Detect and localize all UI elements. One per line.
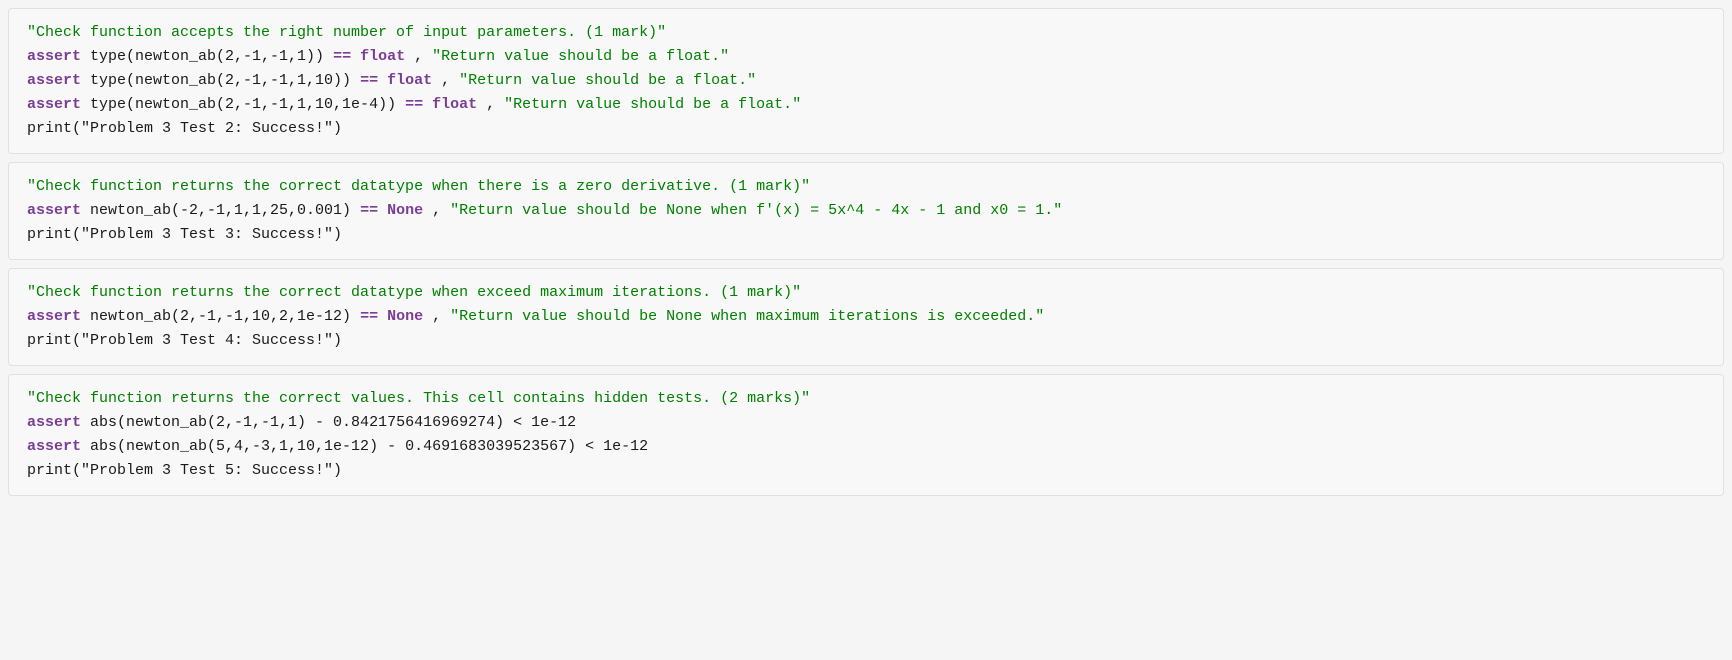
code-token: "Return value should be None when maximu… [450, 308, 1044, 325]
code-token [423, 96, 432, 113]
code-token: None [387, 308, 423, 325]
code-line-3-3: print("Problem 3 Test 4: Success!") [27, 329, 1705, 353]
code-token: == [360, 72, 378, 89]
code-line-4-2: assert abs(newton_ab(2,-1,-1,1) - 0.8421… [27, 411, 1705, 435]
code-line-3-1: "Check function returns the correct data… [27, 281, 1705, 305]
code-token: "Return value should be a float." [432, 48, 729, 65]
code-token: "Return value should be a float." [459, 72, 756, 89]
code-token: "Return value should be a float." [504, 96, 801, 113]
code-token: print("Problem 3 Test 2: Success!") [27, 120, 342, 137]
code-cell-4: "Check function returns the correct valu… [8, 374, 1724, 496]
code-token: type(newton_ab(2,-1,-1,1,10,1e-4)) [81, 96, 405, 113]
code-line-1-2: assert type(newton_ab(2,-1,-1,1)) == flo… [27, 45, 1705, 69]
code-token: assert [27, 308, 81, 325]
code-token: , [432, 72, 459, 89]
code-token: print("Problem 3 Test 4: Success!") [27, 332, 342, 349]
code-line-4-4: print("Problem 3 Test 5: Success!") [27, 459, 1705, 483]
code-token: , [423, 202, 450, 219]
code-token: newton_ab(2,-1,-1,10,2,1e-12) [81, 308, 360, 325]
code-token: newton_ab(-2,-1,1,1,25,0.001) [81, 202, 360, 219]
code-token: assert [27, 48, 81, 65]
code-line-2-2: assert newton_ab(-2,-1,1,1,25,0.001) == … [27, 199, 1705, 223]
code-token: float [360, 48, 405, 65]
code-token: , [405, 48, 432, 65]
code-token: == [405, 96, 423, 113]
code-token: abs(newton_ab(5,4,-3,1,10,1e-12) - 0.469… [81, 438, 648, 455]
code-token: type(newton_ab(2,-1,-1,1)) [81, 48, 333, 65]
code-token [378, 308, 387, 325]
code-line-1-5: print("Problem 3 Test 2: Success!") [27, 117, 1705, 141]
code-token: assert [27, 438, 81, 455]
code-token: print("Problem 3 Test 3: Success!") [27, 226, 342, 243]
code-token: type(newton_ab(2,-1,-1,1,10)) [81, 72, 360, 89]
code-line-2-1: "Check function returns the correct data… [27, 175, 1705, 199]
code-token: == [333, 48, 351, 65]
notebook-container: "Check function accepts the right number… [8, 8, 1724, 496]
code-token [378, 202, 387, 219]
code-token: assert [27, 414, 81, 431]
code-line-1-1: "Check function accepts the right number… [27, 21, 1705, 45]
code-token: float [387, 72, 432, 89]
code-line-3-2: assert newton_ab(2,-1,-1,10,2,1e-12) == … [27, 305, 1705, 329]
code-token: , [423, 308, 450, 325]
code-cell-2: "Check function returns the correct data… [8, 162, 1724, 260]
code-token: print("Problem 3 Test 5: Success!") [27, 462, 342, 479]
code-token: assert [27, 202, 81, 219]
code-line-2-3: print("Problem 3 Test 3: Success!") [27, 223, 1705, 247]
code-token: "Return value should be None when f'(x) … [450, 202, 1062, 219]
code-token: abs(newton_ab(2,-1,-1,1) - 0.84217564169… [81, 414, 576, 431]
code-token: float [432, 96, 477, 113]
code-line-4-1: "Check function returns the correct valu… [27, 387, 1705, 411]
code-cell-3: "Check function returns the correct data… [8, 268, 1724, 366]
code-token: , [477, 96, 504, 113]
code-token: None [387, 202, 423, 219]
code-token: == [360, 202, 378, 219]
code-line-1-4: assert type(newton_ab(2,-1,-1,1,10,1e-4)… [27, 93, 1705, 117]
code-cell-1: "Check function accepts the right number… [8, 8, 1724, 154]
code-token: assert [27, 96, 81, 113]
code-token: assert [27, 72, 81, 89]
code-token [378, 72, 387, 89]
code-token [351, 48, 360, 65]
code-line-4-3: assert abs(newton_ab(5,4,-3,1,10,1e-12) … [27, 435, 1705, 459]
code-line-1-3: assert type(newton_ab(2,-1,-1,1,10)) == … [27, 69, 1705, 93]
code-token: == [360, 308, 378, 325]
